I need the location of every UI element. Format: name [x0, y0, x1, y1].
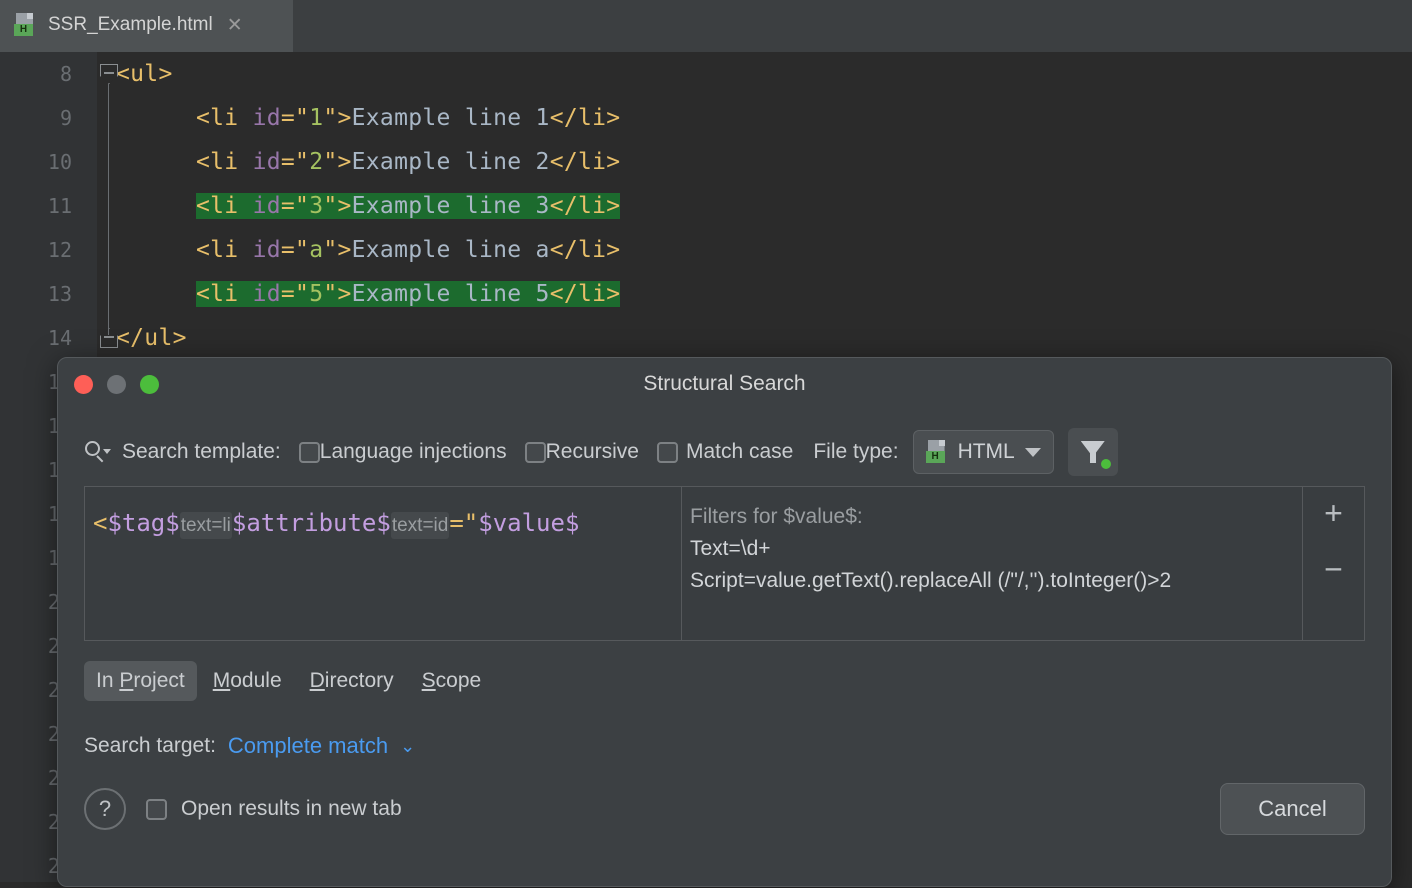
checkbox-box — [299, 442, 320, 463]
checkbox-match-case[interactable]: Match case — [657, 440, 793, 464]
code-line: 11 <li id="3">Example line 3</li> — [0, 184, 1412, 228]
template-token: =" — [449, 509, 478, 537]
scope-option-directory[interactable]: Directory — [298, 661, 406, 701]
filter-entry[interactable]: Text=\d+ — [690, 533, 1302, 565]
checkbox-language-injections[interactable]: Language injections — [299, 440, 507, 464]
html-file-icon: H — [14, 13, 36, 37]
scope-selector: In ProjectModuleDirectoryScope — [84, 661, 1365, 701]
help-button[interactable]: ? — [84, 788, 126, 830]
tab-bar-empty-space — [293, 0, 1412, 52]
search-target-row: Search target: Complete match ⌄ — [84, 733, 1365, 759]
cancel-button[interactable]: Cancel — [1220, 783, 1365, 835]
line-number: 9 — [0, 106, 72, 130]
checkbox-box — [657, 442, 678, 463]
html-icon-badge: H — [926, 451, 945, 463]
filter-entries: Text=\d+Script=value.getText().replaceAl… — [690, 533, 1302, 597]
line-number: 14 — [0, 326, 72, 350]
file-type-value: HTML — [958, 440, 1015, 464]
code-line: 10 <li id="2">Example line 2</li> — [0, 140, 1412, 184]
close-icon[interactable]: ✕ — [227, 16, 243, 35]
dialog-footer: ? Open results in new tab Cancel — [84, 783, 1365, 835]
chevron-down-icon — [1025, 448, 1041, 457]
code-text: <li id="a">Example line a</li> — [196, 237, 620, 263]
checkbox-open-results-new-tab[interactable]: Open results in new tab — [146, 797, 402, 821]
code-text: <li id="5">Example line 5</li> — [196, 281, 620, 307]
funnel-icon — [1081, 441, 1105, 463]
dialog-title-bar: Structural Search — [58, 358, 1391, 410]
checkbox-label: Open results in new tab — [181, 797, 402, 821]
inlay-hint: text=li — [180, 512, 232, 539]
line-number: 10 — [0, 150, 72, 174]
file-type-dropdown[interactable]: H HTML — [913, 430, 1054, 474]
scope-option-in-project[interactable]: In Project — [84, 661, 197, 701]
filter-toggle-button[interactable] — [1068, 428, 1118, 476]
line-number: 12 — [0, 238, 72, 262]
template-token: $attribute$ — [232, 509, 391, 537]
code-line: 12 <li id="a">Example line a</li> — [0, 228, 1412, 272]
search-template-toolbar: Search template: Language injections Rec… — [58, 410, 1391, 472]
code-text: <li id="3">Example line 3</li> — [196, 193, 620, 219]
template-token: $value$ — [478, 509, 579, 537]
editor-tab-ssr-example[interactable]: H SSR_Example.html ✕ — [0, 0, 293, 52]
dialog-title: Structural Search — [58, 372, 1391, 396]
checkbox-label: Language injections — [320, 440, 507, 464]
code-line: 9 <li id="1">Example line 1</li> — [0, 96, 1412, 140]
line-number: 13 — [0, 282, 72, 306]
code-line: 8 <ul> — [0, 52, 1412, 96]
search-template-code: <$tag$text=li$attribute$text=id="$value$ — [93, 511, 681, 535]
search-template-editor[interactable]: <$tag$text=li$attribute$text=id="$value$ — [85, 487, 682, 640]
template-token: < — [93, 509, 107, 537]
search-target-label: Search target: — [84, 734, 216, 758]
fold-connector-line — [108, 84, 109, 335]
window-controls — [74, 375, 159, 394]
code-text: </ul> — [116, 325, 187, 351]
structural-search-dialog: Structural Search Search template: Langu… — [57, 357, 1392, 887]
line-number: 11 — [0, 194, 72, 218]
filter-action-buttons: + − — [1302, 487, 1364, 640]
line-number: 8 — [0, 62, 72, 86]
code-text: <li id="2">Example line 2</li> — [196, 149, 620, 175]
html-file-icon: H — [926, 440, 948, 464]
editor-tab-bar: H SSR_Example.html ✕ — [0, 0, 1412, 52]
maximize-traffic-light[interactable] — [140, 375, 159, 394]
remove-filter-button[interactable]: − — [1324, 557, 1343, 583]
chevron-down-icon[interactable]: ⌄ — [400, 736, 415, 757]
template-token: $tag$ — [107, 509, 179, 537]
checkbox-label: Match case — [686, 440, 793, 464]
checkbox-label: Recursive — [546, 440, 639, 464]
filter-active-indicator — [1101, 459, 1111, 469]
code-line: 14 </ul> — [0, 316, 1412, 360]
search-icon[interactable] — [84, 440, 112, 464]
editor-tab-title: SSR_Example.html — [48, 14, 213, 36]
code-line: 13 <li id="5">Example line 5</li> — [0, 272, 1412, 316]
checkbox-box — [146, 799, 167, 820]
code-text: <ul> — [116, 61, 173, 87]
scope-option-module[interactable]: Module — [201, 661, 294, 701]
html-icon-badge: H — [14, 24, 33, 36]
close-traffic-light[interactable] — [74, 375, 93, 394]
code-text: <li id="1">Example line 1</li> — [196, 105, 620, 131]
file-type-label: File type: — [813, 440, 898, 464]
inlay-hint: text=id — [391, 512, 450, 539]
checkbox-recursive[interactable]: Recursive — [525, 440, 639, 464]
scope-option-scope[interactable]: Scope — [410, 661, 494, 701]
filters-panel[interactable]: Filters for $value$: Text=\d+Script=valu… — [682, 487, 1302, 640]
search-template-label: Search template: — [122, 440, 281, 464]
search-target-value[interactable]: Complete match — [228, 733, 388, 759]
filter-entry[interactable]: Script=value.getText().replaceAll (/"/,'… — [690, 565, 1302, 597]
add-filter-button[interactable]: + — [1324, 501, 1343, 527]
minimize-traffic-light[interactable] — [107, 375, 126, 394]
template-and-filters-panel: <$tag$text=li$attribute$text=id="$value$… — [84, 486, 1365, 641]
checkbox-box — [525, 442, 546, 463]
filters-heading: Filters for $value$: — [690, 501, 1302, 533]
